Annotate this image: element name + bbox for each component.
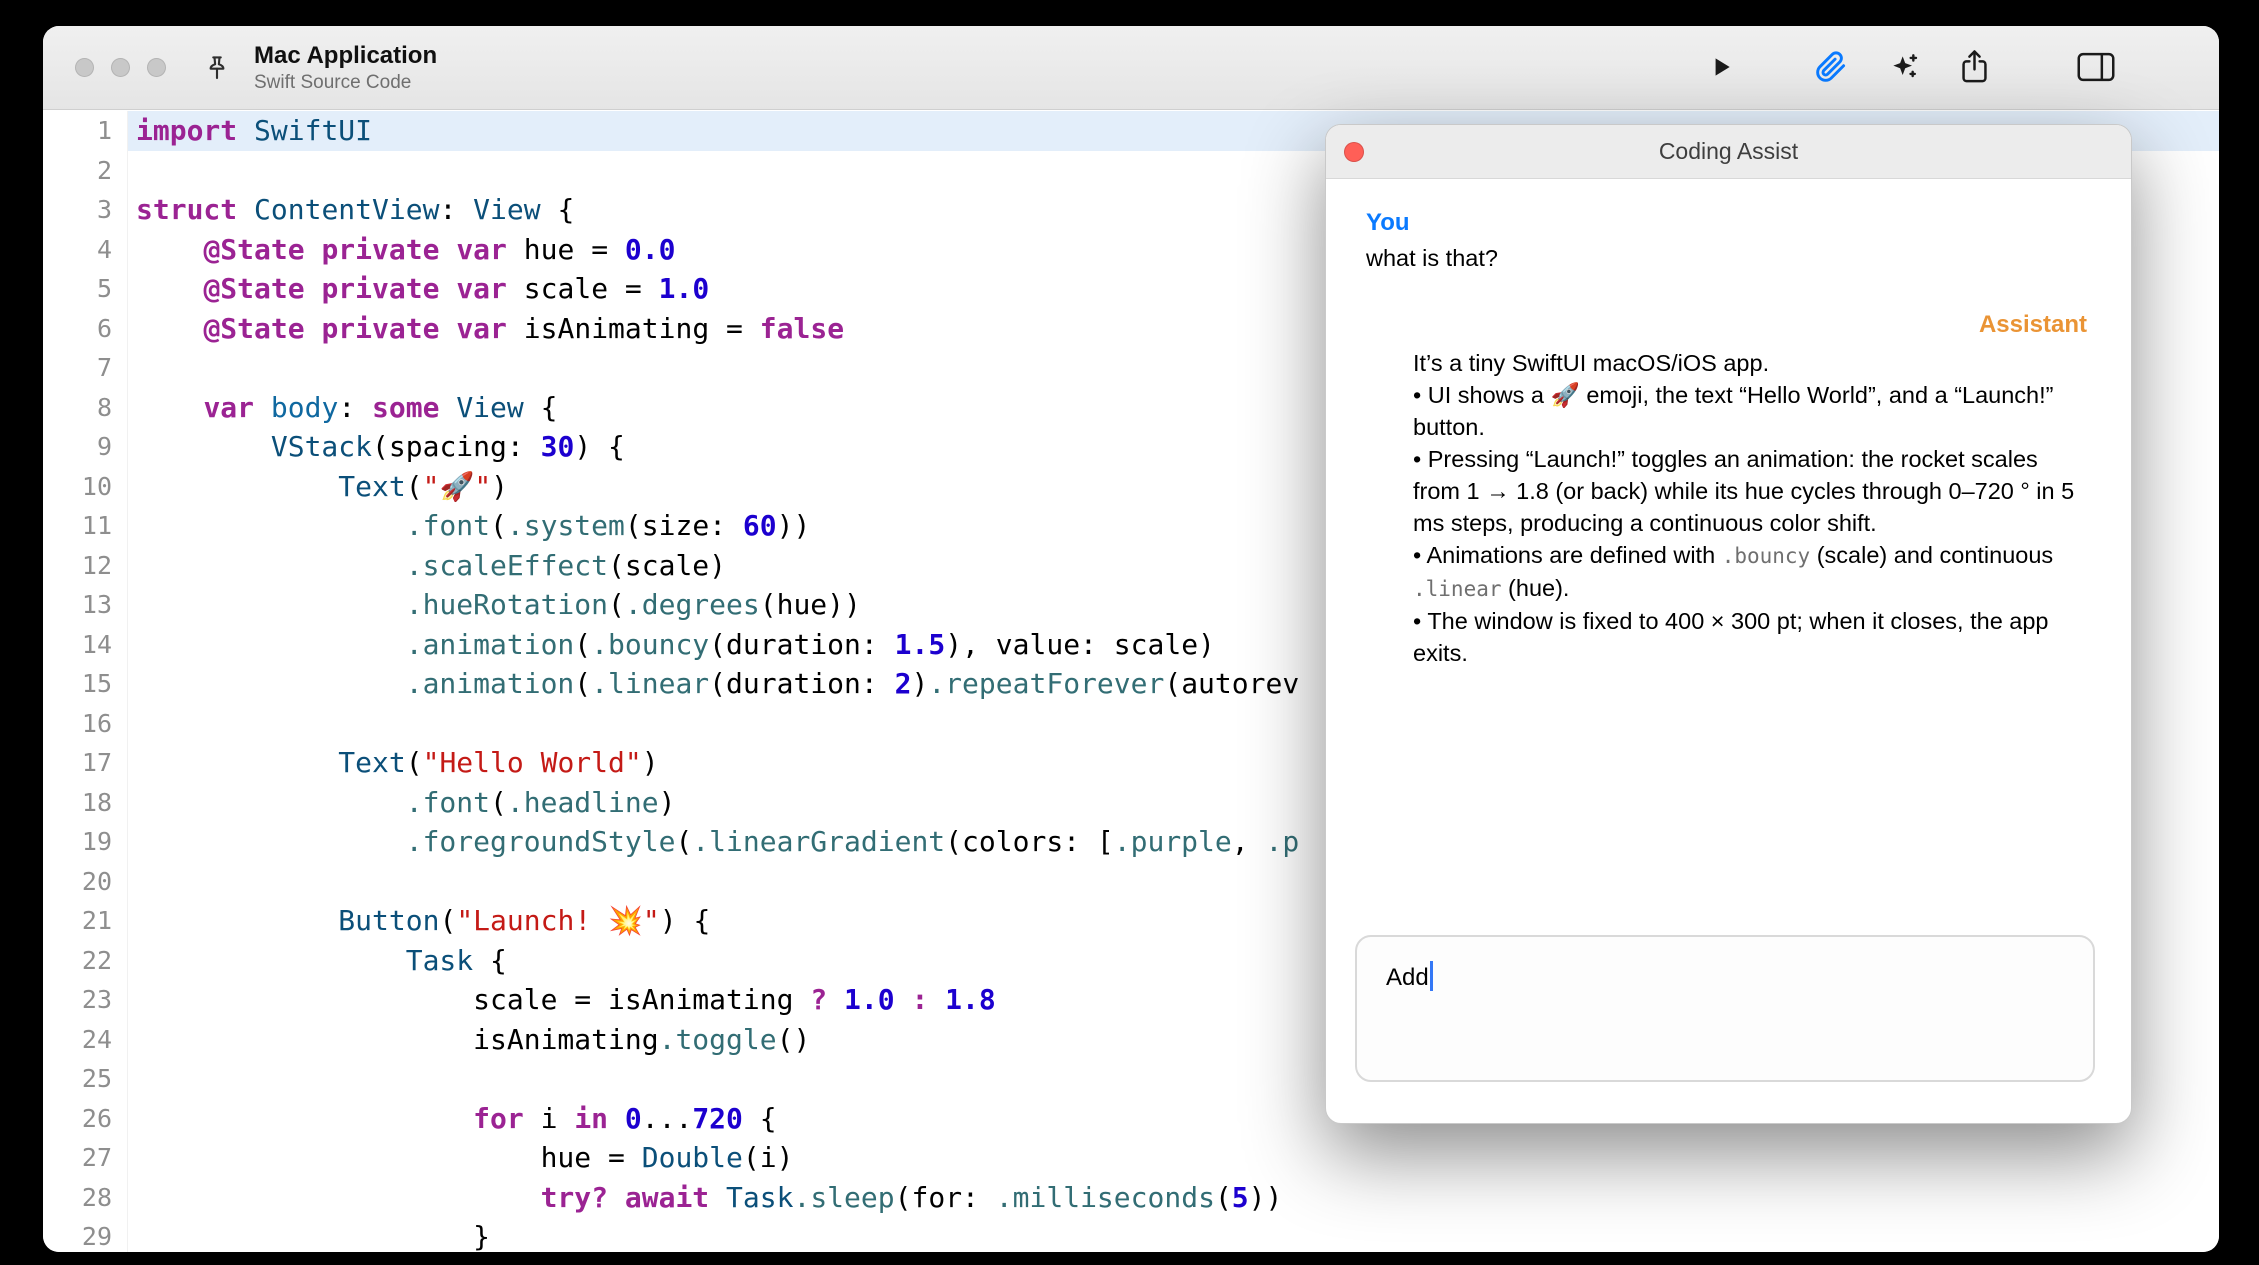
code-line[interactable]: 28 try? await Task.sleep(for: .milliseco… [43, 1178, 2219, 1218]
window-title: Mac Application [254, 42, 437, 70]
pin-icon[interactable] [202, 53, 232, 83]
chat-input-value: Add [1386, 964, 1429, 991]
assistant-paragraph: It’s a tiny SwiftUI macOS/iOS app. [1413, 347, 2087, 379]
line-number: 10 [43, 467, 127, 507]
assistant-role-label: Assistant [1366, 311, 2087, 339]
assistant-message: It’s a tiny SwiftUI macOS/iOS app.• UI s… [1413, 347, 2087, 669]
user-message: what is that? [1366, 243, 2087, 273]
user-role-label: You [1366, 209, 2087, 237]
chat-input[interactable]: Add [1355, 935, 2095, 1082]
line-number: 14 [43, 625, 127, 665]
line-number: 28 [43, 1178, 127, 1218]
line-number: 5 [43, 269, 127, 309]
line-number: 2 [43, 151, 127, 191]
assistant-paragraph: • Animations are defined with .bouncy (s… [1413, 539, 2087, 605]
assist-conversation: You what is that? Assistant It’s a tiny … [1326, 179, 2131, 1123]
run-button[interactable] [1708, 54, 1734, 83]
paperclip-icon [1815, 51, 1847, 86]
line-number: 21 [43, 901, 127, 941]
line-number: 11 [43, 506, 127, 546]
code-text: try? await Task.sleep(for: .milliseconds… [127, 1178, 2219, 1218]
line-number: 25 [43, 1059, 127, 1099]
line-number: 12 [43, 546, 127, 586]
line-number: 6 [43, 309, 127, 349]
line-number: 18 [43, 783, 127, 823]
line-number: 19 [43, 822, 127, 862]
sparkles-icon [1888, 51, 1920, 86]
window-subtitle: Swift Source Code [254, 72, 437, 94]
window-title-block: Mac Application Swift Source Code [254, 42, 437, 94]
share-button[interactable] [1961, 49, 1988, 87]
line-number: 22 [43, 941, 127, 981]
sidebar-toggle-icon [2077, 52, 2115, 85]
line-number: 15 [43, 664, 127, 704]
line-number: 4 [43, 230, 127, 270]
line-number: 3 [43, 190, 127, 230]
line-number: 26 [43, 1099, 127, 1139]
assist-title-bar[interactable]: Coding Assist [1326, 125, 2131, 179]
line-number: 13 [43, 585, 127, 625]
assistant-paragraph: • Pressing “Launch!” toggles an animatio… [1413, 443, 2087, 539]
line-number: 7 [43, 348, 127, 388]
window-controls [75, 58, 166, 77]
line-number: 8 [43, 388, 127, 428]
line-number: 1 [43, 111, 127, 151]
line-number: 29 [43, 1217, 127, 1252]
minimize-button[interactable] [111, 58, 130, 77]
code-line[interactable]: 29 } [43, 1217, 2219, 1252]
code-text: hue = Double(i) [127, 1138, 2219, 1178]
assistant-paragraph: • UI shows a 🚀 emoji, the text “Hello Wo… [1413, 379, 2087, 443]
text-caret [1430, 961, 1433, 991]
assistant-paragraph: • The window is fixed to 400 × 300 pt; w… [1413, 605, 2087, 669]
code-text: } [127, 1217, 2219, 1252]
assist-title: Coding Assist [1659, 138, 1798, 165]
title-bar[interactable]: Mac Application Swift Source Code [43, 26, 2219, 110]
panel-close-button[interactable] [1344, 142, 1364, 162]
coding-assist-window: Coding Assist You what is that? Assistan… [1325, 124, 2132, 1124]
ai-assist-button[interactable] [1888, 51, 1920, 86]
code-line[interactable]: 27 hue = Double(i) [43, 1138, 2219, 1178]
close-button[interactable] [75, 58, 94, 77]
line-number: 24 [43, 1020, 127, 1060]
line-number: 16 [43, 704, 127, 744]
line-number: 23 [43, 980, 127, 1020]
attach-button[interactable] [1815, 51, 1847, 86]
line-number: 27 [43, 1138, 127, 1178]
line-number: 20 [43, 862, 127, 902]
play-icon [1708, 54, 1734, 83]
toolbar [1708, 26, 2115, 110]
line-number: 9 [43, 427, 127, 467]
zoom-button[interactable] [147, 58, 166, 77]
sidebar-toggle-button[interactable] [2077, 52, 2115, 85]
share-icon [1961, 49, 1988, 87]
line-number: 17 [43, 743, 127, 783]
